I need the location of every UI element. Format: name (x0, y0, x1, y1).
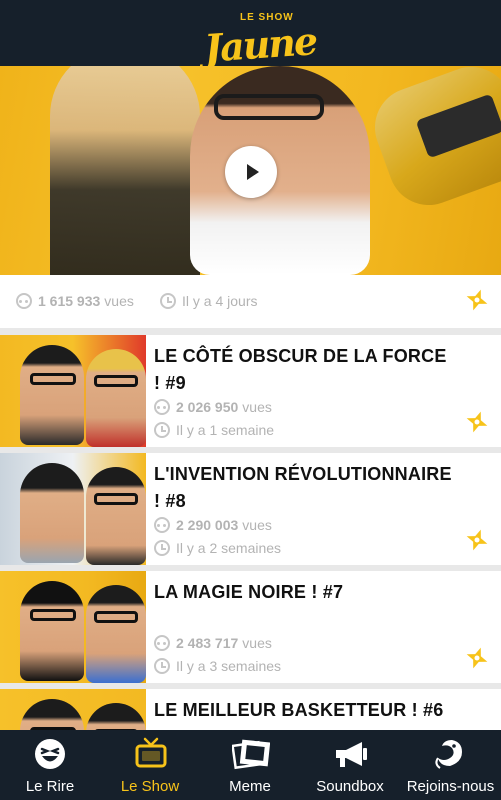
video-time-text: Il y a 1 semaine (176, 422, 275, 438)
featured-meta: 1 615 933 vues Il y a 4 jours (0, 275, 501, 328)
show-logo[interactable]: LE SHOW Jaune (196, 12, 318, 71)
video-views: 2 483 717 vues (154, 635, 272, 651)
video-thumbnail[interactable] (0, 453, 146, 565)
video-thumbnail[interactable] (0, 335, 146, 447)
views-icon (154, 635, 170, 651)
nav-label-meme: Meme (229, 778, 271, 795)
video-time-text: Il y a 3 semaines (176, 658, 282, 674)
thumb-face-left (20, 581, 84, 681)
featured-time: Il y a 4 jours (160, 293, 257, 309)
thumb-glasses-right (94, 611, 138, 623)
play-button[interactable] (225, 146, 277, 198)
featured-views: 1 615 933 vues (16, 293, 134, 309)
clock-icon (154, 658, 170, 674)
shuriken-icon[interactable] (464, 527, 490, 553)
photos-icon (232, 739, 270, 770)
featured-video-card[interactable]: 1 615 933 vues Il y a 4 jours (0, 66, 501, 328)
video-title[interactable]: L'INVENTION RÉVOLUTIONNAIRE ! #8 (154, 461, 454, 515)
nav-item-le-show[interactable]: Le Show (100, 730, 200, 800)
thumb-face-right (86, 349, 146, 447)
nav-label-rejoins-nous: Rejoins-nous (406, 778, 495, 795)
video-time: Il y a 3 semaines (154, 658, 281, 674)
thumb-face-right (86, 467, 146, 565)
video-title[interactable]: LE CÔTÉ OBSCUR DE LA FORCE ! #9 (154, 343, 454, 397)
clock-icon (154, 540, 170, 556)
video-time: Il y a 1 semaine (154, 422, 274, 438)
featured-views-suffix: vues (104, 293, 134, 309)
video-views-suffix: vues (242, 399, 272, 415)
video-views-number: 2 290 003 (176, 517, 239, 533)
video-title[interactable]: LA MAGIE NOIRE ! #7 (154, 579, 454, 606)
featured-time-text: Il y a 4 jours (182, 293, 258, 309)
shuriken-icon[interactable] (464, 409, 490, 435)
thumb-face-right (86, 585, 146, 683)
bottom-nav: Le Rire Le Show Meme Soundbox Rejoins-no… (0, 730, 501, 800)
video-views-number: 2 483 717 (176, 635, 239, 651)
laughing-face-icon (35, 739, 65, 769)
app-header: LE SHOW Jaune (0, 0, 501, 71)
video-views-suffix: vues (242, 517, 272, 533)
megaphone-icon (336, 742, 367, 767)
views-icon (16, 293, 32, 309)
nav-item-le-rire[interactable]: Le Rire (0, 730, 100, 800)
list-item[interactable]: LA MAGIE NOIRE ! #7 2 483 717 vues Il y … (0, 571, 501, 683)
nav-item-soundbox[interactable]: Soundbox (300, 730, 400, 800)
clock-icon (154, 422, 170, 438)
video-thumbnail[interactable] (0, 571, 146, 683)
video-time: Il y a 2 semaines (154, 540, 281, 556)
video-views: 2 026 950 vues (154, 399, 272, 415)
featured-person-left (50, 66, 200, 275)
shuriken-icon[interactable] (464, 645, 490, 671)
tv-icon (135, 737, 167, 768)
shuriken-icon[interactable] (464, 287, 490, 313)
views-icon (154, 517, 170, 533)
thumb-glasses-right (94, 375, 138, 387)
thumb-face-left (20, 463, 84, 563)
nav-label-soundbox: Soundbox (316, 778, 384, 795)
nav-item-rejoins-nous[interactable]: Rejoins-nous (400, 730, 501, 800)
clock-icon (160, 293, 176, 309)
featured-views-number: 1 615 933 (38, 293, 101, 309)
video-views-number: 2 026 950 (176, 399, 239, 415)
featured-glasses (214, 94, 324, 120)
views-icon (154, 399, 170, 415)
play-icon (247, 164, 259, 180)
video-views-suffix: vues (242, 635, 272, 651)
thumb-glasses-left (30, 373, 76, 385)
nav-label-le-rire: Le Rire (25, 778, 75, 795)
video-views: 2 290 003 vues (154, 517, 272, 533)
thumb-face-left (20, 345, 84, 445)
featured-thumbnail[interactable] (0, 66, 501, 275)
video-time-text: Il y a 2 semaines (176, 540, 282, 556)
video-title[interactable]: LE MEILLEUR BASKETTEUR ! #6 (154, 697, 454, 724)
list-item[interactable]: LE CÔTÉ OBSCUR DE LA FORCE ! #9 2 026 95… (0, 335, 501, 447)
dragon-icon (435, 740, 462, 769)
thumb-glasses-left (30, 609, 76, 621)
nav-label-le-show: Le Show (120, 778, 180, 795)
thumb-glasses-right (94, 493, 138, 505)
nav-item-meme[interactable]: Meme (200, 730, 300, 800)
logo-big-text: Jaune (202, 18, 318, 71)
list-item[interactable]: L'INVENTION RÉVOLUTIONNAIRE ! #8 2 290 0… (0, 453, 501, 565)
